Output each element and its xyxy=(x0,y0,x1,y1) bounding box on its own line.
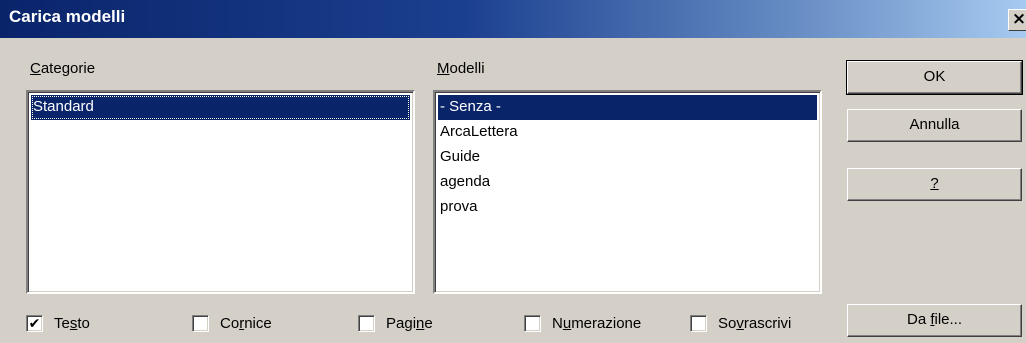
checkbox-cornice[interactable]: Cornice xyxy=(192,313,272,333)
close-icon: × xyxy=(1011,9,1026,29)
ok-button[interactable]: OK xyxy=(846,60,1023,95)
checkbox-numerazione-label: Numerazione xyxy=(552,314,642,332)
categories-label: Categorie xyxy=(30,60,96,77)
checkbox-cornice-label: Cornice xyxy=(220,314,272,332)
checkbox-sovrascrivi-label: Sovrascrivi xyxy=(718,314,792,332)
checkbox-numerazione[interactable]: Numerazione xyxy=(524,313,641,333)
checkbox-numerazione-box[interactable] xyxy=(524,314,541,332)
models-item-arcalettera[interactable]: ArcaLettera xyxy=(438,120,817,145)
models-item-prova[interactable]: prova xyxy=(438,195,817,220)
categories-item-standard[interactable]: Standard xyxy=(31,95,410,120)
models-item-guide[interactable]: Guide xyxy=(438,145,817,170)
from-file-button[interactable]: Da file... xyxy=(847,304,1022,337)
checkbox-cornice-box[interactable] xyxy=(192,314,209,332)
models-item-agenda[interactable]: agenda xyxy=(438,170,817,195)
checkbox-pagine-box[interactable] xyxy=(358,314,375,332)
checkbox-testo[interactable]: ✔ Testo xyxy=(26,313,90,333)
categories-listbox[interactable]: Standard xyxy=(26,90,415,294)
checkbox-testo-label: Testo xyxy=(54,314,90,332)
checkbox-sovrascrivi-box[interactable] xyxy=(690,314,707,332)
checkbox-pagine[interactable]: Pagine xyxy=(358,313,433,333)
cancel-button[interactable]: Annulla xyxy=(847,109,1022,142)
help-icon: ? xyxy=(930,175,939,192)
title-bar: Carica modelli × xyxy=(0,0,1026,38)
help-button[interactable]: ? xyxy=(847,168,1022,201)
models-listbox[interactable]: - Senza - ArcaLettera Guide agenda prova xyxy=(433,90,822,294)
models-label: Modelli xyxy=(437,60,485,77)
checkmark-icon[interactable]: ✔ xyxy=(26,314,43,332)
models-item-senza[interactable]: - Senza - xyxy=(438,95,817,120)
window-title: Carica modelli xyxy=(9,7,126,26)
checkbox-sovrascrivi[interactable]: Sovrascrivi xyxy=(690,313,791,333)
close-button[interactable]: × xyxy=(1008,9,1026,31)
checkbox-pagine-label: Pagine xyxy=(386,314,433,332)
